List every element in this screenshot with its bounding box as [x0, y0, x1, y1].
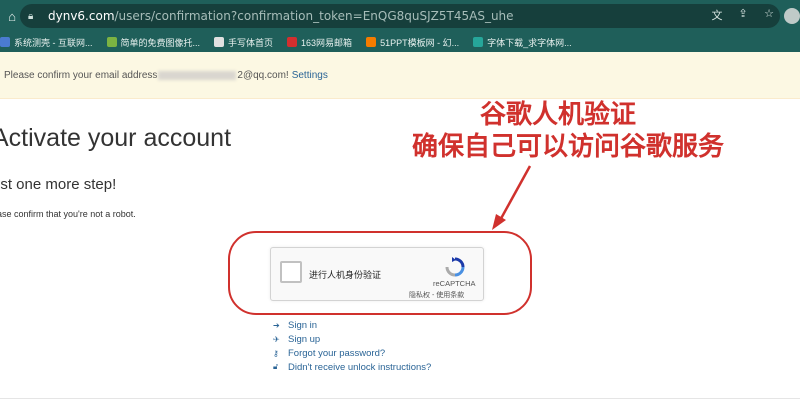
share-icon[interactable]: ⇪ — [736, 7, 750, 23]
bookmark-item[interactable]: 简单的免费图像托... — [106, 36, 201, 49]
bookmark-label: 163网易邮箱 — [301, 37, 353, 48]
page-subtitle: ust one more step! — [0, 176, 117, 193]
bookmark-favicon — [214, 37, 225, 47]
bookmark-favicon — [287, 37, 298, 47]
annotation-arrow-icon — [492, 165, 532, 230]
auth-links: ➔ Sign in ✈ Sign up ⚷ Forgot your password?… — [273, 318, 431, 374]
page-title: Activate your account — [0, 124, 232, 152]
bookmark-favicon — [473, 37, 484, 47]
url-path: /users/confirmation?confirmation_token=E… — [114, 9, 514, 23]
email-confirm-alert: Please confirm your email address 2@qq.co… — [0, 52, 800, 99]
alert-text-prefix: Please confirm your email address — [4, 69, 158, 81]
list-item: ➔ Sign in — [273, 318, 431, 332]
bookmark-label: 简单的免费图像托... — [120, 37, 201, 48]
unlock-instructions-link[interactable]: Didn't receive unlock instructions? — [288, 362, 431, 373]
bookmark-label: 手写体首页 — [228, 37, 274, 48]
sign-in-icon: ➔ — [273, 320, 280, 330]
bookmark-item[interactable]: 手写体首页 — [214, 36, 273, 49]
profile-avatar[interactable] — [784, 8, 800, 24]
unlock-icon: 🔓︎ — [273, 362, 279, 371]
browser-toolbar: ⌂ 🔒︎ dynv6.com/users/confirmation?confir… — [0, 0, 800, 32]
settings-link[interactable]: Settings — [292, 70, 328, 81]
translate-icon[interactable]: 文 — [710, 7, 724, 23]
bookmark-item[interactable]: 字体下载_求字体网... — [473, 36, 572, 49]
bookmarks-bar: 系统测壳 - 互联网... 简单的免费图像托... 手写体首页 163网易邮箱 … — [0, 32, 800, 52]
bookmark-item[interactable]: 163网易邮箱 — [287, 36, 352, 49]
alert-text-suffix: 2@qq.com! — [237, 69, 289, 81]
list-item: ⚷ Forgot your password? — [273, 346, 431, 360]
bookmark-item[interactable]: 51PPT模板网 - 幻... — [366, 36, 459, 49]
annotation-line-2: 确保自己可以访问谷歌服务 — [412, 132, 725, 162]
sign-in-link[interactable]: Sign in — [288, 320, 317, 331]
bookmark-star-icon[interactable]: ☆ — [762, 7, 776, 23]
bookmark-favicon — [366, 37, 377, 47]
redacted-email — [158, 70, 237, 80]
bookmark-favicon — [0, 37, 10, 47]
bookmark-label: 51PPT模板网 - 幻... — [380, 37, 460, 48]
list-item: ✈ Sign up — [273, 332, 431, 346]
bookmark-label: 字体下载_求字体网... — [487, 37, 572, 48]
bookmark-favicon — [106, 37, 117, 47]
list-item: 🔓︎ Didn't receive unlock instructions? — [273, 360, 431, 374]
address-bar[interactable]: 🔒︎ dynv6.com/users/confirmation?confirma… — [20, 4, 780, 28]
url-host: dynv6.com — [48, 9, 115, 23]
sign-up-link[interactable]: Sign up — [288, 334, 320, 345]
bookmark-item[interactable]: 系统测壳 - 互联网... — [0, 36, 93, 49]
key-icon: ⚷ — [273, 348, 279, 358]
annotation-highlight — [228, 231, 532, 315]
divider — [0, 398, 800, 399]
lock-icon[interactable]: 🔒︎ — [28, 11, 44, 22]
rocket-icon: ✈ — [273, 334, 280, 344]
home-icon[interactable]: ⌂ — [2, 6, 22, 26]
forgot-password-link[interactable]: Forgot your password? — [288, 348, 385, 359]
address-bar-actions: 文 ⇪ ☆ — [710, 7, 776, 23]
bookmark-label: 系统测壳 - 互联网... — [14, 37, 93, 48]
page-description: ease confirm that you're not a robot. — [0, 209, 136, 219]
